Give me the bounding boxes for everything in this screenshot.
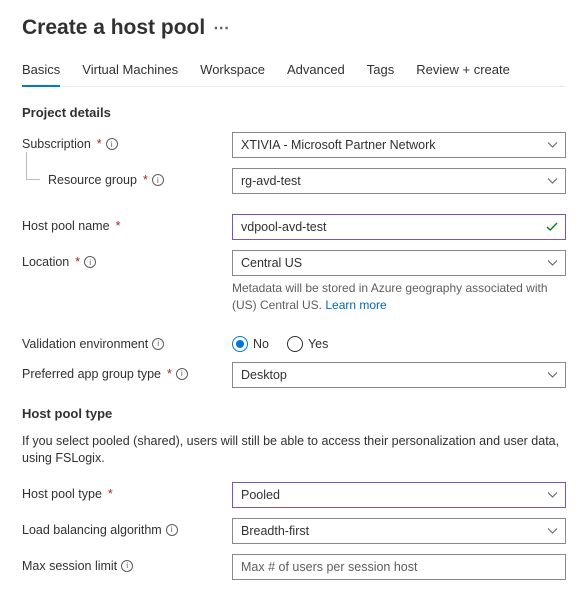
section-host-pool-type: Host pool type <box>22 406 566 421</box>
tree-line-icon <box>26 152 40 180</box>
chevron-down-icon <box>547 491 558 498</box>
location-select[interactable]: Central US <box>232 250 566 276</box>
info-icon[interactable]: i <box>152 338 164 350</box>
chevron-down-icon <box>547 260 558 267</box>
max-session-limit-label: Max session limit i <box>22 554 232 573</box>
validation-yes-radio[interactable]: Yes <box>287 336 328 352</box>
load-balancing-select[interactable]: Breadth-first <box>232 518 566 544</box>
chevron-down-icon <box>547 142 558 149</box>
info-icon[interactable]: i <box>106 138 118 150</box>
app-group-type-select[interactable]: Desktop <box>232 362 566 388</box>
host-pool-name-label: Host pool name* <box>22 214 232 233</box>
load-balancing-label: Load balancing algorithm i <box>22 518 232 537</box>
tab-tags[interactable]: Tags <box>367 62 394 86</box>
learn-more-link[interactable]: Learn more <box>325 298 386 312</box>
resource-group-label: Resource group* i <box>22 168 232 187</box>
app-group-type-label: Preferred app group type* i <box>22 362 232 381</box>
host-pool-type-select[interactable]: Pooled <box>232 482 566 508</box>
chevron-down-icon <box>547 371 558 378</box>
tab-workspace[interactable]: Workspace <box>200 62 265 86</box>
tab-review-create[interactable]: Review + create <box>416 62 510 86</box>
chevron-down-icon <box>547 527 558 534</box>
chevron-down-icon <box>547 178 558 185</box>
tab-basics[interactable]: Basics <box>22 62 60 87</box>
validation-env-radio-group: No Yes <box>232 332 566 352</box>
subscription-select[interactable]: XTIVIA - Microsoft Partner Network <box>232 132 566 158</box>
subscription-label: Subscription* i <box>22 132 232 151</box>
page-title: Create a host pool ⋯ <box>22 16 566 40</box>
validation-env-label: Validation environment i <box>22 332 232 351</box>
host-pool-type-description: If you select pooled (shared), users wil… <box>22 433 566 468</box>
resource-group-select[interactable]: rg-avd-test <box>232 168 566 194</box>
info-icon[interactable]: i <box>152 174 164 186</box>
more-icon[interactable]: ⋯ <box>213 18 230 38</box>
location-label: Location* i <box>22 250 232 269</box>
info-icon[interactable]: i <box>121 560 133 572</box>
location-help-text: Metadata will be stored in Azure geograp… <box>232 280 566 314</box>
tab-bar: Basics Virtual Machines Workspace Advanc… <box>22 62 566 87</box>
host-pool-type-label: Host pool type* <box>22 482 232 501</box>
info-icon[interactable]: i <box>166 524 178 536</box>
info-icon[interactable]: i <box>176 368 188 380</box>
validation-no-radio[interactable]: No <box>232 336 269 352</box>
tab-virtual-machines[interactable]: Virtual Machines <box>82 62 178 86</box>
check-icon <box>546 222 558 232</box>
section-project-details: Project details <box>22 105 566 120</box>
max-session-limit-input[interactable]: Max # of users per session host <box>232 554 566 580</box>
host-pool-name-input[interactable]: vdpool-avd-test <box>232 214 566 240</box>
tab-advanced[interactable]: Advanced <box>287 62 345 86</box>
info-icon[interactable]: i <box>84 256 96 268</box>
